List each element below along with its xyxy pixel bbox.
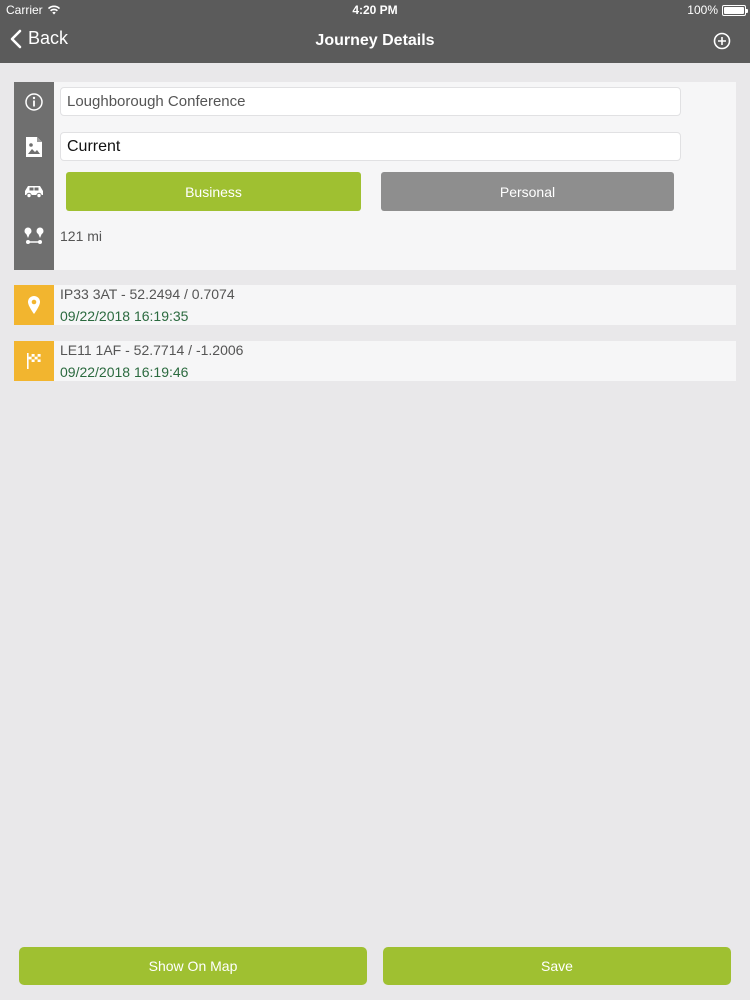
location-item-start[interactable]: IP33 3AT - 52.2494 / 0.7074 09/22/2018 1… xyxy=(14,285,736,325)
start-location-timestamp: 09/22/2018 16:19:35 xyxy=(60,308,189,324)
navigation-bar: Back Journey Details xyxy=(0,20,750,63)
location-item-end[interactable]: LE11 1AF - 52.7714 / -1.2006 09/22/2018 … xyxy=(14,341,736,381)
back-label: Back xyxy=(28,28,69,48)
back-button[interactable]: Back xyxy=(10,28,68,49)
business-button[interactable]: Business xyxy=(66,172,361,211)
map-pin-icon xyxy=(14,285,54,325)
journey-name-input[interactable] xyxy=(60,87,681,116)
end-location-place: LE11 1AF - 52.7714 / -1.2006 xyxy=(60,342,244,358)
journey-details-card: Business Personal 121 mi xyxy=(14,82,736,270)
info-icon xyxy=(14,89,54,115)
document-image-icon xyxy=(14,134,54,160)
car-icon xyxy=(14,178,54,204)
end-location-timestamp: 09/22/2018 16:19:46 xyxy=(60,364,189,380)
plus-circle-icon[interactable] xyxy=(712,31,732,51)
chevron-left-icon xyxy=(10,29,22,48)
battery-icon xyxy=(722,4,748,16)
category-input[interactable] xyxy=(60,132,681,161)
distance-value: 121 mi xyxy=(60,228,103,244)
show-on-map-button[interactable]: Show On Map xyxy=(19,947,367,985)
battery-percent: 100% xyxy=(687,3,718,17)
route-icon xyxy=(14,223,54,249)
details-icon-column xyxy=(14,82,54,270)
page-title: Journey Details xyxy=(315,32,435,49)
battery-indicator: 100% xyxy=(687,3,748,17)
start-location-place: IP33 3AT - 52.2494 / 0.7074 xyxy=(60,286,235,302)
status-bar: Carrier 4:20 PM 100% xyxy=(0,0,750,20)
clock: 4:20 PM xyxy=(352,3,398,17)
save-button[interactable]: Save xyxy=(383,947,731,985)
finish-flag-icon xyxy=(14,341,54,381)
personal-button[interactable]: Personal xyxy=(381,172,674,211)
